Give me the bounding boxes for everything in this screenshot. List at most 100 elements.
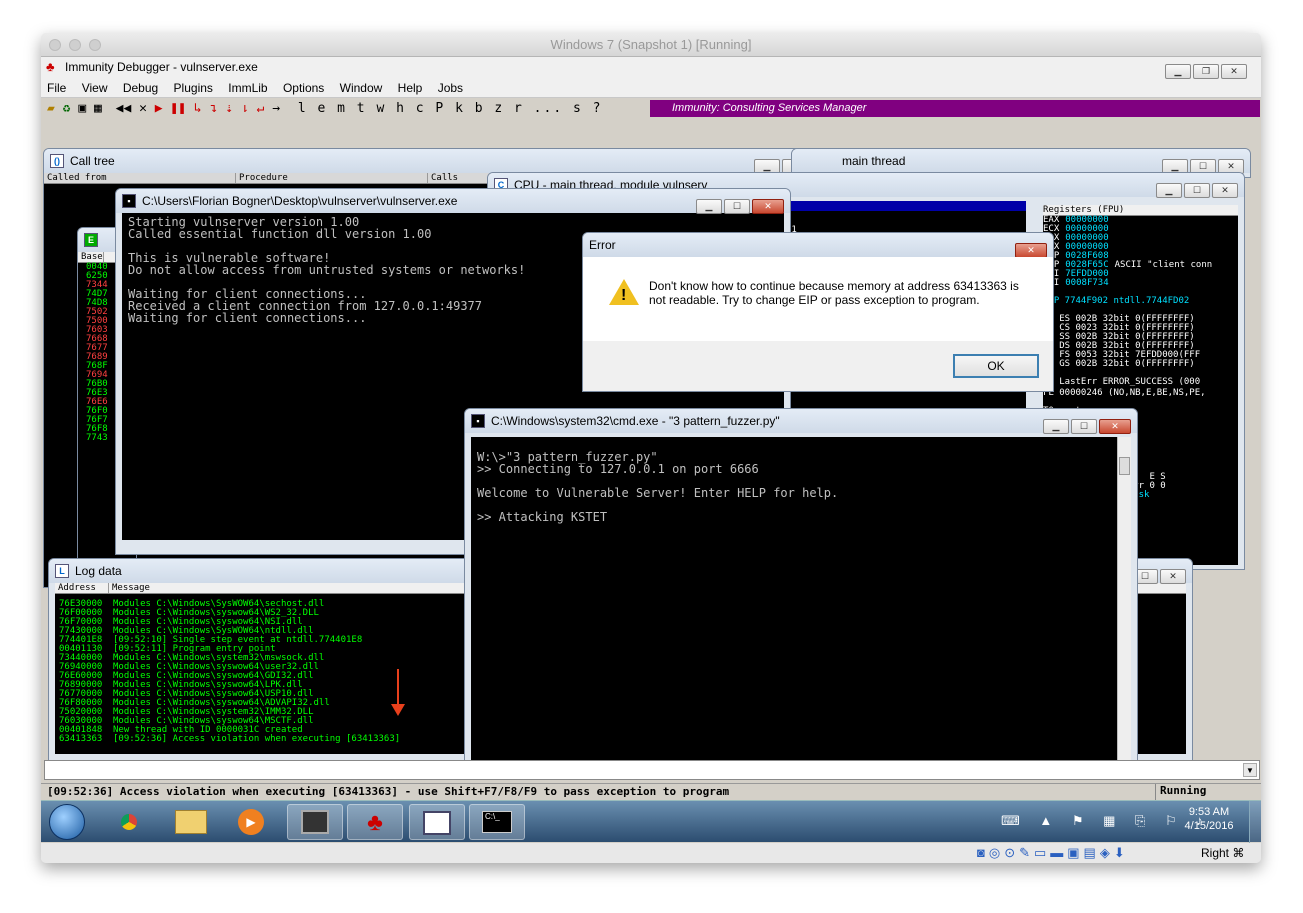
virtualbox-statusbar: ◙◎⊙✎▭▬▣▤◈⬇ Right ⌘ xyxy=(41,843,1261,863)
menu-jobs[interactable]: Jobs xyxy=(438,81,463,95)
executable-modules-icon: E xyxy=(84,233,98,247)
ok-button[interactable]: OK xyxy=(953,354,1039,378)
close-button[interactable]: ✕ xyxy=(1221,64,1247,79)
menu-help[interactable]: Help xyxy=(398,81,423,95)
zoom-traffic-light[interactable] xyxy=(89,39,101,51)
toolbar: ▰ ♻ ▣ ▦ ◀◀ ✕ ▶ ❚❚ ↳ ↴ ⇣ ⇂ ↵ → l e m t w … xyxy=(41,98,1261,120)
efl-line: FL 00000246 (NO,NB,E,BE,NS,PE, xyxy=(1043,388,1206,398)
registers-list: EAX00000000ECX00000000EDX00000000EBX0000… xyxy=(1043,216,1238,288)
clock-time: 9:53 AM xyxy=(1188,806,1230,818)
cmd-output: W:\>"3 pattern_fuzzer.py" >> Connecting … xyxy=(471,437,1117,769)
close-traffic-light[interactable] xyxy=(49,39,61,51)
execute-till-return-icon[interactable]: ↵ xyxy=(257,101,265,116)
annotation-arrow xyxy=(397,669,399,707)
clock[interactable]: 9:53 AM 4/15/2016 xyxy=(1179,806,1239,832)
restore-button[interactable]: ❐ xyxy=(1193,64,1219,79)
col-called-from[interactable]: Called from xyxy=(44,173,236,183)
menu-file[interactable]: File xyxy=(47,81,66,95)
goto-icon[interactable]: → xyxy=(272,101,280,116)
register-row[interactable]: EDI0008F734 xyxy=(1043,279,1238,288)
vulnserver-minimize-button[interactable]: ▁ xyxy=(696,199,722,214)
log-icon: L xyxy=(55,564,69,578)
stop-icon[interactable]: ✕ xyxy=(139,101,147,116)
rewind-icon[interactable]: ◀◀ xyxy=(116,101,132,116)
show-desktop-button[interactable] xyxy=(1249,801,1261,843)
status-message: [09:52:36] Access violation when executi… xyxy=(47,785,730,798)
cpu-maximize-button[interactable]: ☐ xyxy=(1184,183,1210,198)
menu-plugins[interactable]: Plugins xyxy=(174,81,213,95)
cmd-minimize-button[interactable]: ▁ xyxy=(1043,419,1069,434)
step-into-icon[interactable]: ↳ xyxy=(194,101,202,116)
immunity-title: Immunity Debugger - vulnserver.exe xyxy=(65,60,258,74)
run-icon[interactable]: ▶ xyxy=(155,101,163,116)
status-bar: [09:52:36] Access violation when executi… xyxy=(41,783,1261,800)
trace-over-icon[interactable]: ⇂ xyxy=(241,101,249,116)
lasterr-line: 0 LastErr ERROR_SUCCESS (000 xyxy=(1043,377,1201,387)
monitor-taskbar-icon[interactable] xyxy=(287,804,343,840)
log-title: Log data xyxy=(75,564,122,578)
open-icon[interactable]: ▰ xyxy=(47,101,55,116)
col-procedure[interactable]: Procedure xyxy=(236,173,428,183)
vulnserver-maximize-button[interactable]: ☐ xyxy=(724,199,750,214)
step-over-icon[interactable]: ↴ xyxy=(210,101,218,116)
register-comment: ASCII "client conn xyxy=(1114,260,1213,270)
close-program-icon[interactable]: ▣ xyxy=(78,101,86,116)
immunity-taskbar-icon[interactable]: ♣ xyxy=(347,804,403,840)
window-letters[interactable]: l e m t w h c P k b z r ... s ? xyxy=(298,101,603,116)
annotation-arrow-head xyxy=(391,704,405,716)
chrome-taskbar-icon[interactable] xyxy=(101,804,157,840)
command-dropdown-icon[interactable]: ▼ xyxy=(1243,763,1257,777)
cmd-scroll-thumb[interactable] xyxy=(1119,457,1130,475)
window-taskbar-icon[interactable] xyxy=(409,804,465,840)
minimize-button[interactable]: ▁ xyxy=(1165,64,1191,79)
restart-icon[interactable]: ♻ xyxy=(63,101,71,116)
cmd-titlebar: ▪ C:\Windows\system32\cmd.exe - "3 patte… xyxy=(465,409,1137,434)
cmd-taskbar-icon[interactable]: C:\_ xyxy=(469,804,525,840)
cmd-window: ▪ C:\Windows\system32\cmd.exe - "3 patte… xyxy=(464,408,1138,773)
minimize-traffic-light[interactable] xyxy=(69,39,81,51)
cmd-maximize-button[interactable]: ☐ xyxy=(1071,419,1097,434)
error-title: Error xyxy=(589,238,616,252)
vm-screen: ♣ Immunity Debugger - vulnserver.exe ▁ ❐ ✕… xyxy=(41,57,1261,843)
pause-grid-icon[interactable]: ▦ xyxy=(94,101,102,116)
menu-immlib[interactable]: ImmLib xyxy=(228,81,267,95)
cpu-close-button[interactable]: ✕ xyxy=(1212,183,1238,198)
menu-window[interactable]: Window xyxy=(340,81,383,95)
windows-taskbar: ▶ ♣ C:\_ ⌨ ▲ ⚑ ▦ ⎘ ⚐ ♪ 9:53 AM 4/15/2016 xyxy=(41,800,1261,843)
cmd-scrollbar[interactable] xyxy=(1117,437,1131,769)
error-titlebar: Error ✕ xyxy=(583,233,1053,258)
register-value: 0008F734 xyxy=(1065,278,1109,288)
calltree-titlebar: () Call tree ▁☐✕ xyxy=(44,149,842,174)
segment-registers: 0 ES 002B 32bit 0(FFFFFFFF) 0 CS 0023 32b… xyxy=(1043,315,1238,369)
explorer-taskbar-icon[interactable] xyxy=(163,804,219,840)
log-col-address[interactable]: Address xyxy=(55,583,109,593)
cmd-close-button[interactable]: ✕ xyxy=(1099,419,1131,434)
immunity-app-icon: ♣ xyxy=(46,59,55,74)
immunity-titlebar: ♣ Immunity Debugger - vulnserver.exe ▁ ❐ ✕ xyxy=(41,57,1261,79)
host-key: Right ⌘ xyxy=(1201,846,1245,860)
command-input[interactable]: ▼ xyxy=(44,760,1260,780)
log-col-message[interactable]: Message xyxy=(109,583,509,593)
consulting-banner[interactable]: Immunity: Consulting Services Manager xyxy=(650,100,1260,117)
vulnserver-title: C:\Users\Florian Bogner\Desktop\vulnserv… xyxy=(142,194,458,208)
trace-into-icon[interactable]: ⇣ xyxy=(225,101,233,116)
start-button[interactable] xyxy=(49,804,85,840)
calltree-icon: () xyxy=(50,154,64,168)
clock-date: 4/15/2016 xyxy=(1184,820,1234,832)
calltree-title: Call tree xyxy=(70,154,115,168)
log-close-button[interactable]: ✕ xyxy=(1160,569,1186,584)
cmd-icon: ▪ xyxy=(471,414,485,428)
menu-debug[interactable]: Debug xyxy=(123,81,158,95)
eip-line[interactable]: EIP 7744F902 ntdll.7744FD02 xyxy=(1043,297,1238,306)
log-address: 63413363 xyxy=(59,734,103,744)
mac-titlebar: Windows 7 (Snapshot 1) [Running] xyxy=(41,33,1261,57)
menu-options[interactable]: Options xyxy=(283,81,324,95)
menu-view[interactable]: View xyxy=(82,81,108,95)
cpu-minimize-button[interactable]: ▁ xyxy=(1156,183,1182,198)
media-player-taskbar-icon[interactable]: ▶ xyxy=(223,804,279,840)
vulnserver-close-button[interactable]: ✕ xyxy=(752,199,784,214)
vbox-device-icons[interactable]: ◙◎⊙✎▭▬▣▤◈⬇ xyxy=(977,845,1129,861)
pause-icon[interactable]: ❚❚ xyxy=(170,101,186,116)
error-close-button[interactable]: ✕ xyxy=(1015,243,1047,258)
menu-bar: File View Debug Plugins ImmLib Options W… xyxy=(41,78,1261,98)
